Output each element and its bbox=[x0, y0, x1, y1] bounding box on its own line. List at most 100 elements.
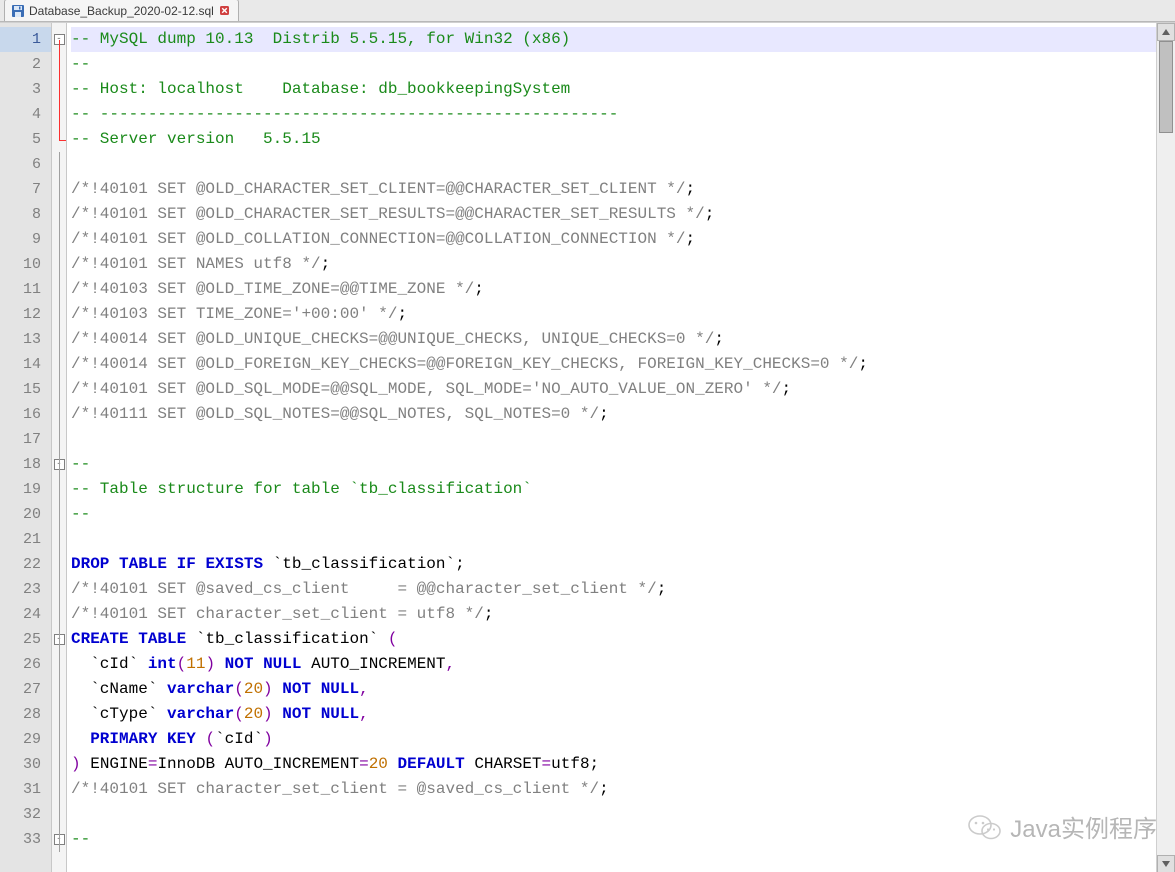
code-line[interactable]: /*!40014 SET @OLD_FOREIGN_KEY_CHECKS=@@F… bbox=[71, 352, 1156, 377]
code-line[interactable]: /*!40014 SET @OLD_UNIQUE_CHECKS=@@UNIQUE… bbox=[71, 327, 1156, 352]
code-line[interactable]: -- bbox=[71, 502, 1156, 527]
code-line[interactable]: /*!40101 SET @OLD_CHARACTER_SET_CLIENT=@… bbox=[71, 177, 1156, 202]
code-token: /*!40014 SET @OLD_FOREIGN_KEY_CHECKS=@@F… bbox=[71, 355, 858, 373]
fold-cell bbox=[52, 202, 66, 227]
code-line[interactable]: -- bbox=[71, 452, 1156, 477]
code-token: , bbox=[446, 655, 456, 673]
code-line[interactable]: /*!40101 SET @OLD_CHARACTER_SET_RESULTS=… bbox=[71, 202, 1156, 227]
code-line[interactable]: ) ENGINE=InnoDB AUTO_INCREMENT=20 DEFAUL… bbox=[71, 752, 1156, 777]
code-line[interactable]: /*!40103 SET @OLD_TIME_ZONE=@@TIME_ZONE … bbox=[71, 277, 1156, 302]
code-line[interactable]: -- bbox=[71, 52, 1156, 77]
fold-cell bbox=[52, 777, 66, 802]
fold-cell: - bbox=[52, 452, 66, 477]
line-number: 17 bbox=[0, 427, 51, 452]
code-line[interactable]: /*!40101 SET NAMES utf8 */; bbox=[71, 252, 1156, 277]
code-line[interactable]: PRIMARY KEY (`cId`) bbox=[71, 727, 1156, 752]
line-number: 4 bbox=[0, 102, 51, 127]
file-tab[interactable]: Database_Backup_2020-02-12.sql bbox=[4, 0, 239, 21]
code-line[interactable]: /*!40101 SET @OLD_SQL_MODE=@@SQL_MODE, S… bbox=[71, 377, 1156, 402]
fold-cell bbox=[52, 477, 66, 502]
line-number: 26 bbox=[0, 652, 51, 677]
line-number: 3 bbox=[0, 77, 51, 102]
code-line[interactable]: -- MySQL dump 10.13 Distrib 5.5.15, for … bbox=[71, 27, 1156, 52]
code-token: utf8; bbox=[551, 755, 599, 773]
code-token: ( bbox=[388, 630, 398, 648]
code-line[interactable]: -- -------------------------------------… bbox=[71, 102, 1156, 127]
fold-cell bbox=[52, 252, 66, 277]
code-token: IF bbox=[177, 555, 196, 573]
code-token: KEY bbox=[167, 730, 196, 748]
code-line[interactable]: CREATE TABLE `tb_classification` ( bbox=[71, 627, 1156, 652]
code-token: ; bbox=[397, 305, 407, 323]
code-content[interactable]: -- MySQL dump 10.13 Distrib 5.5.15, for … bbox=[67, 23, 1156, 872]
fold-cell bbox=[52, 152, 66, 177]
fold-column[interactable]: ---- bbox=[52, 23, 67, 872]
code-line[interactable]: /*!40101 SET character_set_client = utf8… bbox=[71, 602, 1156, 627]
code-line[interactable]: /*!40101 SET @saved_cs_client = @@charac… bbox=[71, 577, 1156, 602]
code-line[interactable]: -- Table structure for table `tb_classif… bbox=[71, 477, 1156, 502]
vertical-scrollbar[interactable] bbox=[1156, 23, 1175, 872]
code-line[interactable]: /*!40111 SET @OLD_SQL_NOTES=@@SQL_NOTES,… bbox=[71, 402, 1156, 427]
code-token: `cType` bbox=[71, 705, 167, 723]
code-line[interactable] bbox=[71, 802, 1156, 827]
fold-cell bbox=[52, 327, 66, 352]
code-line[interactable]: /*!40101 SET @OLD_COLLATION_CONNECTION=@… bbox=[71, 227, 1156, 252]
code-token: NOT bbox=[282, 680, 311, 698]
fold-cell bbox=[52, 427, 66, 452]
code-token bbox=[311, 705, 321, 723]
code-line[interactable]: `cType` varchar(20) NOT NULL, bbox=[71, 702, 1156, 727]
code-line[interactable]: /*!40103 SET TIME_ZONE='+00:00' */; bbox=[71, 302, 1156, 327]
code-token bbox=[109, 555, 119, 573]
code-token: /*!40111 SET @OLD_SQL_NOTES=@@SQL_NOTES,… bbox=[71, 405, 599, 423]
line-number: 7 bbox=[0, 177, 51, 202]
code-line[interactable]: `cId` int(11) NOT NULL AUTO_INCREMENT, bbox=[71, 652, 1156, 677]
fold-cell: - bbox=[52, 827, 66, 852]
line-number: 24 bbox=[0, 602, 51, 627]
code-token: /*!40101 SET character_set_client = @sav… bbox=[71, 780, 599, 798]
code-line[interactable] bbox=[71, 427, 1156, 452]
code-token: /*!40101 SET @OLD_CHARACTER_SET_RESULTS=… bbox=[71, 205, 705, 223]
line-number: 18 bbox=[0, 452, 51, 477]
code-token bbox=[273, 705, 283, 723]
code-token: , bbox=[359, 705, 369, 723]
line-number: 15 bbox=[0, 377, 51, 402]
code-token: /*!40101 SET @OLD_COLLATION_CONNECTION=@… bbox=[71, 230, 686, 248]
line-number-gutter[interactable]: 1234567891011121314151617181920212223242… bbox=[0, 23, 52, 872]
code-token: PRIMARY bbox=[90, 730, 157, 748]
code-line[interactable]: -- Server version 5.5.15 bbox=[71, 127, 1156, 152]
code-token bbox=[196, 730, 206, 748]
fold-cell bbox=[52, 502, 66, 527]
code-line[interactable]: `cName` varchar(20) NOT NULL, bbox=[71, 677, 1156, 702]
code-token bbox=[215, 655, 225, 673]
code-token: varchar bbox=[167, 680, 234, 698]
scroll-down-button[interactable] bbox=[1157, 855, 1175, 872]
code-token bbox=[157, 730, 167, 748]
code-token: /*!40101 SET NAMES utf8 */ bbox=[71, 255, 321, 273]
code-token bbox=[167, 555, 177, 573]
code-token: NULL bbox=[263, 655, 301, 673]
fold-cell bbox=[52, 727, 66, 752]
tab-close-icon[interactable] bbox=[220, 6, 230, 16]
code-line[interactable] bbox=[71, 152, 1156, 177]
code-token bbox=[253, 655, 263, 673]
code-line[interactable]: /*!40101 SET character_set_client = @sav… bbox=[71, 777, 1156, 802]
line-number: 12 bbox=[0, 302, 51, 327]
code-token: 20 bbox=[244, 705, 263, 723]
code-line[interactable]: -- Host: localhost Database: db_bookkeep… bbox=[71, 77, 1156, 102]
fold-cell bbox=[52, 552, 66, 577]
line-number: 22 bbox=[0, 552, 51, 577]
line-number: 13 bbox=[0, 327, 51, 352]
code-token: ; bbox=[714, 330, 724, 348]
code-line[interactable] bbox=[71, 527, 1156, 552]
code-token: NULL bbox=[321, 705, 359, 723]
code-token: NULL bbox=[321, 680, 359, 698]
code-token: ; bbox=[782, 380, 792, 398]
code-line[interactable]: DROP TABLE IF EXISTS `tb_classification`… bbox=[71, 552, 1156, 577]
line-number: 19 bbox=[0, 477, 51, 502]
code-token: /*!40101 SET @OLD_CHARACTER_SET_CLIENT=@… bbox=[71, 180, 686, 198]
code-line[interactable]: -- bbox=[71, 827, 1156, 852]
scroll-up-button[interactable] bbox=[1157, 23, 1175, 41]
line-number: 16 bbox=[0, 402, 51, 427]
scroll-thumb[interactable] bbox=[1159, 41, 1173, 133]
fold-cell bbox=[52, 102, 66, 127]
